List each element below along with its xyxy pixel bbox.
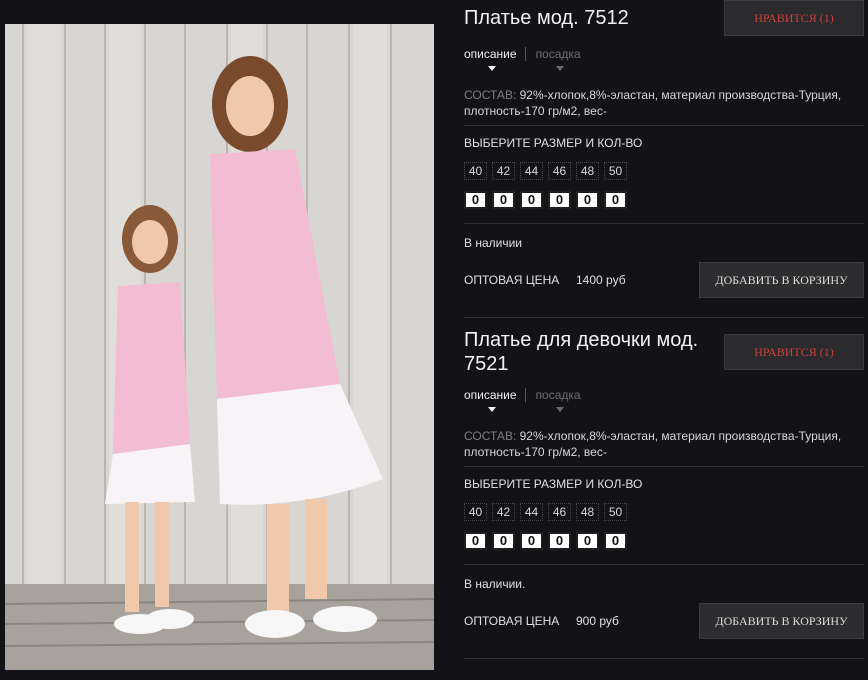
size-option[interactable]: 48 [576,162,599,180]
quantity-input[interactable]: 0 [464,191,487,209]
tab-label: описание [464,388,517,402]
tab-label: описание [464,47,517,61]
size-heading: ВЫБЕРИТЕ РАЗМЕР И КОЛ-ВО [464,136,643,150]
size-list: 40 42 44 46 48 50 [464,162,627,180]
quantity-input[interactable]: 0 [520,532,543,550]
caret-down-icon [488,66,497,71]
caret-down-icon [556,66,565,71]
quantity-input[interactable]: 0 [576,191,599,209]
stock-status: В наличии. [464,577,526,591]
price-label: ОПТОВАЯ ЦЕНА [464,273,560,287]
divider [464,564,864,565]
composition-value: 92%-хлопок,8%-эластан, материал производ… [464,429,842,459]
price-value: 900 руб [576,614,619,628]
tab-label: посадка [535,47,581,61]
divider [464,658,864,659]
quantity-list: 0 0 0 0 0 0 [464,532,627,550]
composition-text: СОСТАВ: 92%-хлопок,8%-эластан, материал … [464,87,864,119]
tabs: описание посадка [464,388,589,412]
tab-fit[interactable]: посадка [524,388,589,412]
quantity-input[interactable]: 0 [548,532,571,550]
product-photo[interactable] [5,24,434,670]
price-label: ОПТОВАЯ ЦЕНА [464,614,560,628]
product-photo-illustration [5,24,434,670]
size-option[interactable]: 50 [604,162,627,180]
product-title: Платье для девочки мод. 7521 [464,329,699,375]
quantity-input[interactable]: 0 [492,191,515,209]
size-option[interactable]: 44 [520,503,543,521]
composition-label: СОСТАВ: [464,429,517,443]
size-heading: ВЫБЕРИТЕ РАЗМЕР И КОЛ-ВО [464,477,643,491]
like-button[interactable]: НРАВИТСЯ (1) [724,0,864,36]
product-title: Платье мод. 7512 [464,7,629,29]
size-option[interactable]: 42 [492,162,515,180]
quantity-input[interactable]: 0 [604,532,627,550]
quantity-input[interactable]: 0 [604,191,627,209]
tab-description[interactable]: описание [464,388,525,412]
tab-description[interactable]: описание [464,47,525,71]
add-to-cart-button[interactable]: ДОБАВИТЬ В КОРЗИНУ [699,262,864,298]
divider [464,223,864,224]
divider [464,317,864,318]
quantity-list: 0 0 0 0 0 0 [464,191,627,209]
composition-label: СОСТАВ: [464,88,517,102]
divider [464,125,864,126]
size-option[interactable]: 40 [464,503,487,521]
composition-value: 92%-хлопок,8%-эластан, материал производ… [464,88,842,118]
size-option[interactable]: 42 [492,503,515,521]
size-list: 40 42 44 46 48 50 [464,503,627,521]
size-option[interactable]: 48 [576,503,599,521]
size-option[interactable]: 44 [520,162,543,180]
like-button[interactable]: НРАВИТСЯ (1) [724,334,864,370]
price-value: 1400 руб [576,273,626,287]
caret-down-icon [556,407,565,412]
quantity-input[interactable]: 0 [548,191,571,209]
caret-down-icon [488,407,497,412]
tabs: описание посадка [464,47,589,71]
composition-text: СОСТАВ: 92%-хлопок,8%-эластан, материал … [464,428,864,460]
size-option[interactable]: 40 [464,162,487,180]
size-option[interactable]: 46 [548,503,571,521]
stock-status: В наличии [464,236,523,250]
quantity-input[interactable]: 0 [464,532,487,550]
tab-fit[interactable]: посадка [524,47,589,71]
tab-label: посадка [535,388,581,402]
quantity-input[interactable]: 0 [492,532,515,550]
add-to-cart-button[interactable]: ДОБАВИТЬ В КОРЗИНУ [699,603,864,639]
divider [464,466,864,467]
size-option[interactable]: 50 [604,503,627,521]
quantity-input[interactable]: 0 [576,532,599,550]
quantity-input[interactable]: 0 [520,191,543,209]
size-option[interactable]: 46 [548,162,571,180]
